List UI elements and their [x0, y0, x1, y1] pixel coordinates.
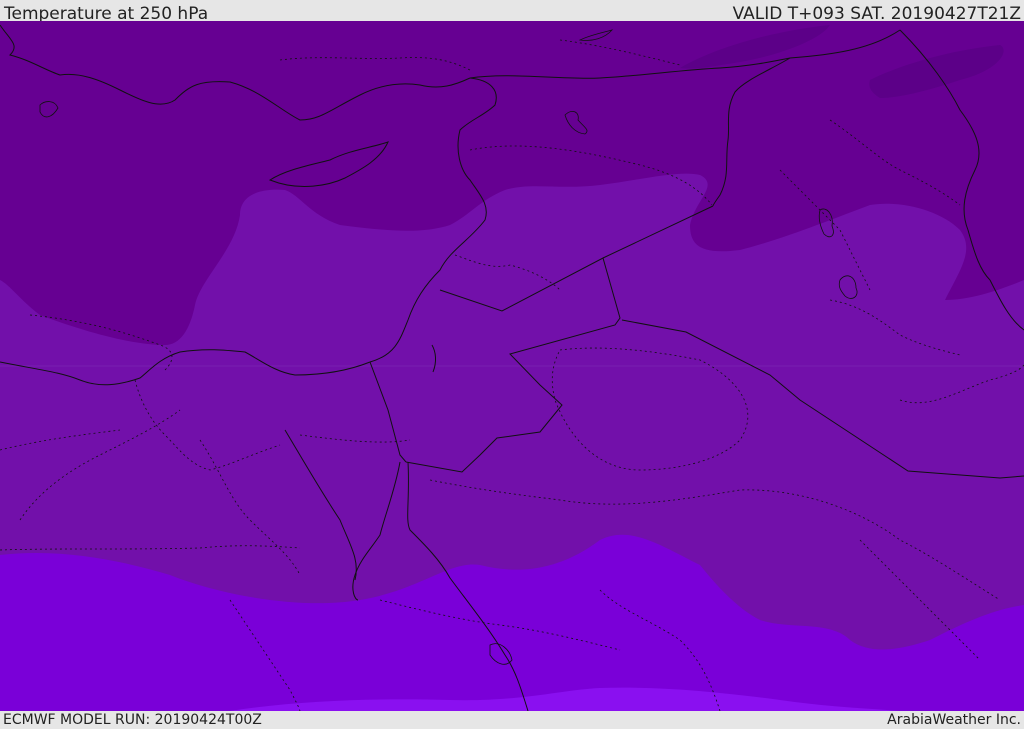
- header-bar: Temperature at 250 hPa VALID T+093 SAT. …: [0, 0, 1024, 24]
- credit-text: ArabiaWeather Inc.: [887, 712, 1021, 728]
- temperature-map: [0, 21, 1024, 711]
- model-run: ECMWF MODEL RUN: 20190424T00Z: [3, 712, 262, 728]
- footer-bar: ECMWF MODEL RUN: 20190424T00Z ArabiaWeat…: [0, 711, 1024, 729]
